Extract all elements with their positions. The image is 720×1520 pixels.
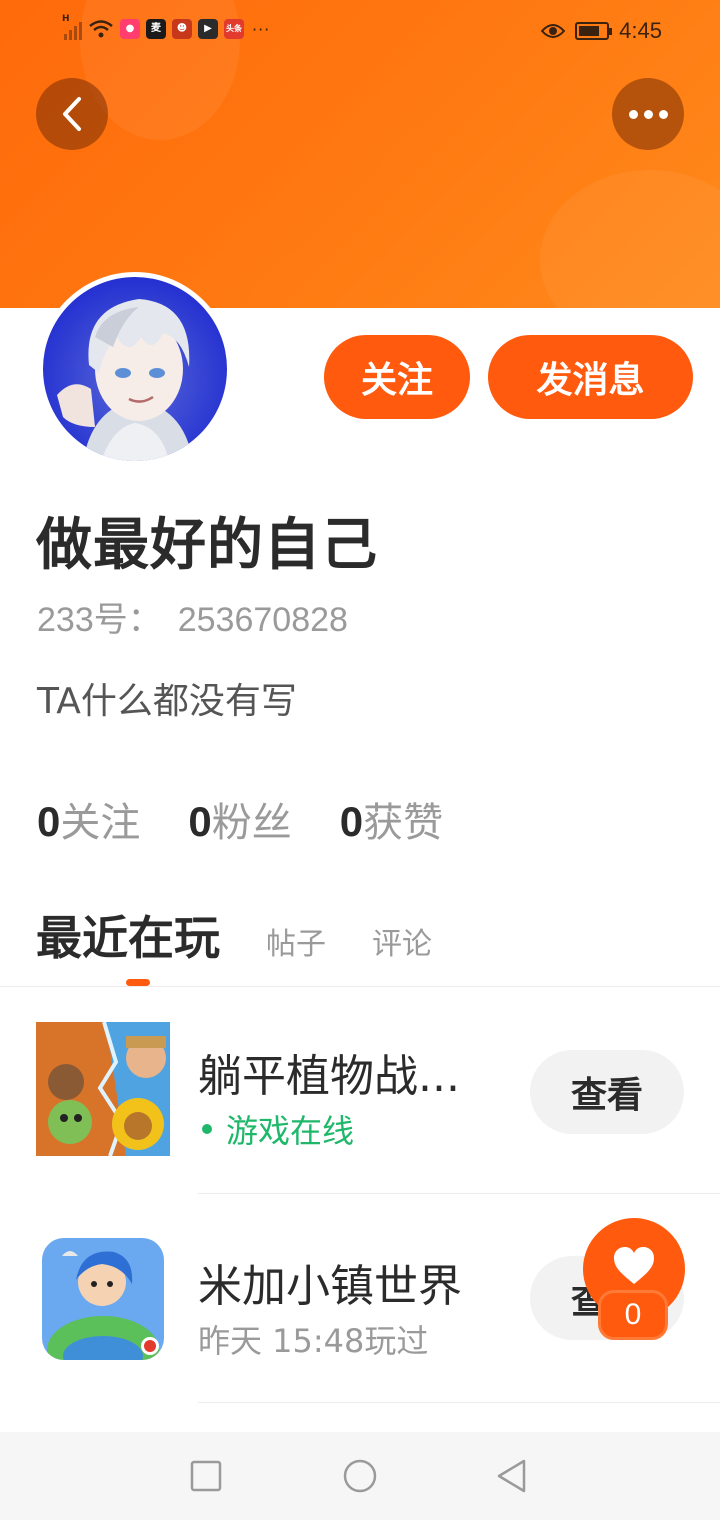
game-icon [36, 1022, 170, 1156]
game-status-text: 游戏在线 [226, 1112, 355, 1150]
signal-icon: H [62, 14, 82, 40]
system-nav-bar [0, 1432, 720, 1520]
like-count-badge: 0 [598, 1290, 668, 1340]
view-button[interactable]: 查看 [530, 1050, 684, 1134]
user-id-value: 253670828 [177, 601, 348, 639]
home-icon[interactable] [342, 1458, 378, 1494]
divider [0, 986, 720, 987]
stat-following[interactable]: 0 关注 [37, 790, 140, 848]
status-overflow-icon: ··· [252, 19, 271, 39]
user-id-label: 233号： [37, 601, 162, 639]
divider [198, 1193, 720, 1194]
back-triangle-icon[interactable] [494, 1458, 530, 1494]
app-icon-4: ▶ [198, 19, 218, 39]
profile-banner: H ● 麦 ☻ ▶ 头条 ··· 4:45 [0, 0, 720, 308]
battery-icon [575, 22, 613, 40]
stats-row: 0 关注 0 粉丝 0 获赞 [37, 790, 443, 848]
user-id: 233号： 253670828 [37, 592, 348, 641]
stat-number: 0 [188, 798, 212, 845]
tab-posts[interactable]: 帖子 [266, 919, 326, 963]
stat-label: 获赞 [363, 800, 444, 846]
game-last-played: 昨天 15:48玩过 [198, 1322, 429, 1360]
chevron-left-icon [63, 97, 81, 131]
eye-icon [541, 24, 566, 38]
follow-button[interactable]: 关注 [324, 335, 470, 419]
tab-indicator [126, 979, 150, 986]
tab-comments[interactable]: 评论 [372, 919, 432, 963]
more-icon [628, 109, 668, 119]
game-title: 躺平植物战... [198, 1051, 460, 1102]
wifi-icon [89, 20, 113, 38]
app-icon-5: 头条 [224, 19, 244, 39]
app-icon-3: ☻ [172, 19, 192, 39]
stat-fans[interactable]: 0 粉丝 [188, 790, 291, 848]
divider [198, 1402, 720, 1403]
more-button[interactable] [612, 78, 684, 150]
stat-label: 关注 [60, 800, 141, 846]
status-time: 4:45 [619, 18, 662, 43]
send-message-button[interactable]: 发消息 [488, 335, 693, 419]
back-button[interactable] [36, 78, 108, 150]
recent-apps-icon[interactable] [188, 1458, 224, 1494]
avatar-illustration [43, 277, 227, 461]
app-icon-1: ● [120, 19, 140, 39]
stat-label: 粉丝 [211, 800, 292, 846]
online-dot-icon [202, 1124, 212, 1134]
profile-tabs: 最近在玩 帖子 评论 [36, 902, 478, 968]
status-bar: H ● 麦 ☻ ▶ 头条 ··· 4:45 [0, 0, 720, 62]
stat-number: 0 [37, 798, 61, 845]
bio: TA什么都没有写 [37, 681, 297, 722]
heart-icon [614, 1247, 654, 1284]
tab-recently-played[interactable]: 最近在玩 [36, 902, 220, 968]
game-status-online: 游戏在线 [198, 1106, 354, 1152]
username: 做最好的自己 [36, 513, 378, 578]
stat-number: 0 [339, 798, 364, 845]
app-icon-2: 麦 [146, 19, 166, 39]
stat-likes[interactable]: 0 获赞 [340, 790, 443, 848]
avatar[interactable] [38, 272, 232, 466]
game-title: 米加小镇世界 [198, 1261, 462, 1312]
game-icon [42, 1238, 164, 1360]
list-item[interactable]: 躺平植物战... 游戏在线 查看 [0, 1000, 720, 1200]
